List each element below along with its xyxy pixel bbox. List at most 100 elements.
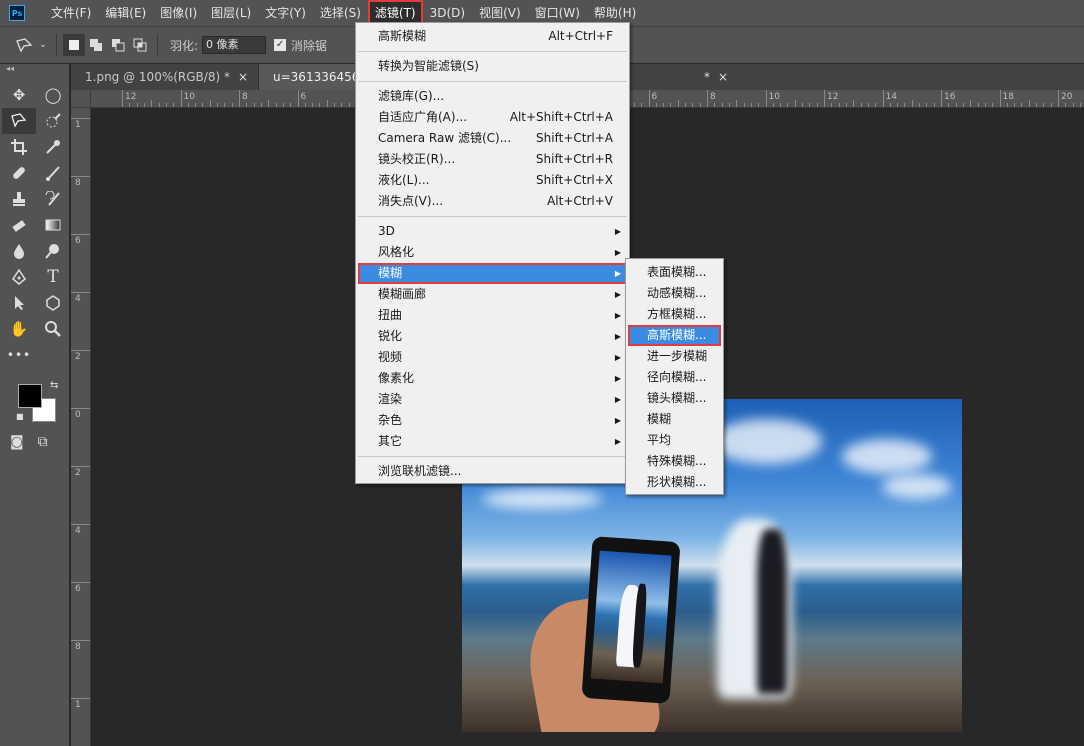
- quick-selection-tool-icon[interactable]: [36, 108, 70, 134]
- pen-tool-icon[interactable]: [2, 264, 36, 290]
- menu-item-label: 高斯模糊: [378, 29, 427, 43]
- tab-close-active[interactable]: * ×: [704, 64, 736, 90]
- chevron-down-icon[interactable]: ⌄: [36, 34, 50, 56]
- menu-item-3[interactable]: 图层(L): [204, 0, 258, 26]
- swap-colors-icon[interactable]: ⇆: [50, 380, 58, 391]
- menu-shortcut: Shift+Ctrl+R: [535, 152, 613, 166]
- zoom-tool-icon[interactable]: [36, 316, 70, 342]
- ruler-minor-tick: [655, 103, 657, 107]
- quick-mask-icon[interactable]: ◙: [10, 434, 24, 450]
- ruler-tick: [71, 524, 90, 525]
- filter-menu-item[interactable]: 扭曲 ▶: [358, 305, 627, 326]
- antialias-checkbox[interactable]: ✓: [274, 39, 287, 51]
- eraser-tool-icon[interactable]: [2, 212, 36, 238]
- antialias-label: 消除锯: [291, 38, 328, 53]
- add-to-selection-icon[interactable]: [85, 34, 107, 56]
- menu-item-1[interactable]: 编辑(E): [98, 0, 153, 26]
- ruler-minor-tick: [714, 103, 716, 107]
- default-colors-icon[interactable]: ■: [16, 412, 24, 421]
- collapse-panel-icon[interactable]: ◂◂: [0, 64, 69, 74]
- menu-separator: [358, 51, 627, 52]
- healing-brush-tool-icon[interactable]: [2, 160, 36, 186]
- filter-menu-item[interactable]: 锐化 ▶: [358, 326, 627, 347]
- filter-menu-item[interactable]: 高斯模糊 Alt+Ctrl+F: [358, 26, 627, 47]
- move-tool-icon[interactable]: ✥: [2, 82, 36, 108]
- blur-submenu-item[interactable]: 模糊: [628, 409, 721, 430]
- ruler-minor-tick: [136, 103, 138, 107]
- blur-submenu-item[interactable]: 动感模糊...: [628, 283, 721, 304]
- ruler-minor-tick: [165, 103, 167, 107]
- photoshop-logo-icon: Ps: [9, 5, 25, 21]
- blur-submenu-item[interactable]: 径向模糊...: [628, 367, 721, 388]
- filter-menu-item[interactable]: 风格化 ▶: [358, 242, 627, 263]
- filter-menu-item[interactable]: 像素化 ▶: [358, 368, 627, 389]
- blur-tool-icon[interactable]: [2, 238, 36, 264]
- eyedropper-tool-icon[interactable]: [36, 134, 70, 160]
- blur-submenu-item[interactable]: 方框模糊...: [628, 304, 721, 325]
- hand-tool-icon[interactable]: ✋: [2, 316, 36, 342]
- ruler-minor-tick: [860, 103, 862, 107]
- filter-menu-item[interactable]: 镜头校正(R)... Shift+Ctrl+R: [358, 149, 627, 170]
- dodge-tool-icon[interactable]: [36, 238, 70, 264]
- ruler-minor-tick: [173, 103, 175, 107]
- blur-submenu-item[interactable]: 进一步模糊: [628, 346, 721, 367]
- close-icon[interactable]: ×: [238, 70, 248, 84]
- filter-menu-item[interactable]: 转换为智能滤镜(S): [358, 56, 627, 77]
- ruler-label: 10: [183, 92, 195, 102]
- intersect-selection-icon[interactable]: [129, 34, 151, 56]
- filter-menu-item[interactable]: 模糊画廊 ▶: [358, 284, 627, 305]
- ruler-label: 16: [944, 92, 956, 102]
- history-brush-tool-icon[interactable]: [36, 186, 70, 212]
- filter-menu-item[interactable]: 3D ▶: [358, 221, 627, 242]
- filter-menu-item[interactable]: 浏览联机滤镜...: [358, 461, 627, 482]
- filter-menu-item[interactable]: 模糊 ▶: [358, 263, 627, 284]
- tab-document-1[interactable]: 1.png @ 100%(RGB/8) * ×: [71, 64, 260, 90]
- ruler-origin[interactable]: [71, 90, 91, 108]
- ruler-minor-tick: [253, 103, 255, 107]
- path-selection-tool-icon[interactable]: [2, 290, 36, 316]
- menu-item-label: 杂色: [378, 413, 403, 427]
- polygon-tool-icon[interactable]: [36, 290, 70, 316]
- crop-tool-icon[interactable]: [2, 134, 36, 160]
- blur-submenu-item[interactable]: 平均: [628, 430, 721, 451]
- polygonal-lasso-preset-icon[interactable]: [14, 34, 36, 56]
- filter-menu-item[interactable]: 滤镜库(G)...: [358, 86, 627, 107]
- menu-item-2[interactable]: 图像(I): [153, 0, 204, 26]
- close-icon[interactable]: ×: [718, 70, 728, 84]
- elliptical-marquee-tool-icon[interactable]: ◯: [36, 82, 70, 108]
- polygonal-lasso-tool-icon[interactable]: [2, 108, 36, 134]
- new-selection-icon[interactable]: [63, 34, 85, 56]
- menu-item-0[interactable]: 文件(F): [44, 0, 98, 26]
- gradient-tool-icon[interactable]: [36, 212, 70, 238]
- ruler-minor-tick: [1014, 103, 1016, 107]
- blur-submenu-item[interactable]: 特殊模糊...: [628, 451, 721, 472]
- menu-item-label: 消失点(V)...: [378, 194, 444, 208]
- feather-input[interactable]: 0 像素: [202, 36, 267, 54]
- filter-menu-item[interactable]: 消失点(V)... Alt+Ctrl+V: [358, 191, 627, 212]
- filter-menu-item[interactable]: 液化(L)... Shift+Ctrl+X: [358, 170, 627, 191]
- filter-menu-item[interactable]: 杂色 ▶: [358, 410, 627, 431]
- blur-submenu-item[interactable]: 高斯模糊...: [628, 325, 721, 346]
- filter-menu-item[interactable]: 视频 ▶: [358, 347, 627, 368]
- filter-menu-item[interactable]: 渲染 ▶: [358, 389, 627, 410]
- menu-item-4[interactable]: 文字(Y): [258, 0, 313, 26]
- ruler-minor-tick: [670, 103, 672, 107]
- type-tool-icon[interactable]: T: [36, 264, 70, 290]
- clone-stamp-tool-icon[interactable]: [2, 186, 36, 212]
- menu-item-label: 模糊: [378, 266, 403, 280]
- smartphone: [581, 536, 681, 704]
- screen-mode-icon[interactable]: ⧉: [38, 434, 48, 450]
- blur-submenu-item[interactable]: 镜头模糊...: [628, 388, 721, 409]
- blur-submenu-item[interactable]: 形状模糊...: [628, 472, 721, 493]
- subtract-from-selection-icon[interactable]: [107, 34, 129, 56]
- blur-submenu-item[interactable]: 表面模糊...: [628, 262, 721, 283]
- ruler-label: 12: [125, 92, 137, 102]
- filter-menu-item[interactable]: Camera Raw 滤镜(C)... Shift+Ctrl+A: [358, 128, 627, 149]
- vertical-ruler[interactable]: 1 8 6 4 2 0 2 4 6 8 1: [71, 90, 91, 746]
- more-tools-icon[interactable]: •••: [2, 342, 36, 368]
- filter-menu-item[interactable]: 其它 ▶: [358, 431, 627, 452]
- foreground-color-swatch[interactable]: [18, 384, 42, 408]
- brush-tool-icon[interactable]: [36, 160, 70, 186]
- ruler-minor-tick: [326, 100, 328, 107]
- filter-menu-item[interactable]: 自适应广角(A)... Alt+Shift+Ctrl+A: [358, 107, 627, 128]
